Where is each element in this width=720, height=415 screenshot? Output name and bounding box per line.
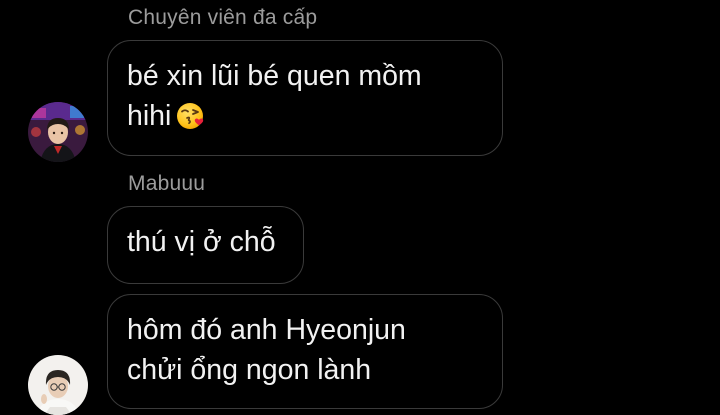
message-bubble[interactable]: hôm đó anh Hyeonjun chửi ổng ngon lành — [107, 294, 503, 409]
sender-name: Mabuuu — [128, 172, 206, 195]
message-text-line: bé xin lũi bé quen mồm — [127, 60, 422, 92]
message-bubble[interactable]: thú vị ở chỗ — [107, 206, 304, 284]
message-text-line-with-emoji: hihi — [127, 96, 482, 142]
sender-name: Chuyên viên đa cấp — [128, 6, 318, 29]
avatar[interactable] — [28, 102, 88, 162]
message-bubble[interactable]: bé xin lũi bé quen mồm hihi — [107, 40, 503, 156]
message-text-line: thú vị ở chỗ — [127, 226, 276, 258]
face-blowing-kiss-icon — [175, 99, 207, 142]
message-text-line: chửi ổng ngon lành — [127, 354, 372, 386]
message-text: hihi — [127, 100, 172, 132]
avatar[interactable] — [28, 355, 88, 415]
message-text-line: hôm đó anh Hyeonjun — [127, 314, 406, 346]
